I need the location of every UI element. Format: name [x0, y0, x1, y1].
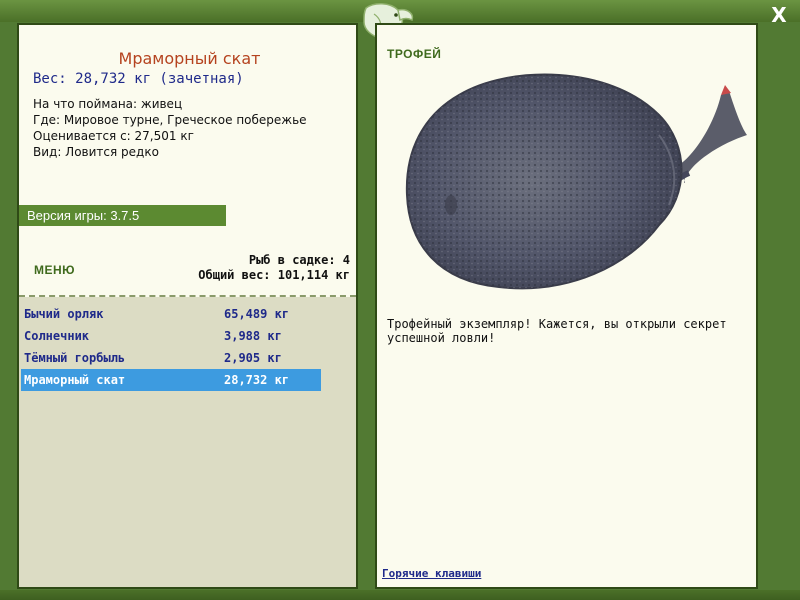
window-frame-bottom — [0, 590, 800, 600]
fish-list-name: Мраморный скат — [24, 373, 126, 387]
fish-list-name: Бычий орляк — [24, 307, 104, 321]
close-button[interactable]: X — [768, 4, 790, 26]
window-frame-right — [758, 22, 800, 590]
list-item[interactable]: Солнечник 3,988 кг — [21, 325, 321, 347]
menu-button[interactable]: МЕНЮ — [34, 263, 75, 277]
fish-title: Мраморный скат — [118, 49, 261, 68]
caught-fish-list: Бычий орляк 65,489 кг Солнечник 3,988 кг… — [21, 303, 321, 391]
window-frame-left — [0, 22, 17, 590]
fish-list-weight: 28,732 кг — [224, 373, 290, 387]
fish-details-panel: Мраморный скат Вес: 28,732 кг (зачетная)… — [17, 23, 358, 589]
keep-net-total-weight: Общий вес: 101,114 кг — [198, 268, 350, 282]
marbled-ray-image — [405, 73, 747, 290]
list-item[interactable]: Мраморный скат 28,732 кг — [21, 369, 321, 391]
trophy-description: Трофейный экземпляр! Кажется, вы открыли… — [387, 317, 747, 345]
fish-rarity: Вид: Ловится редко — [33, 145, 159, 159]
list-item[interactable]: Бычий орляк 65,489 кг — [21, 303, 321, 325]
game-version-bar: Версия игры: 3.7.5 — [19, 205, 226, 226]
trophy-description-line: успешной ловли! — [387, 331, 496, 345]
fish-rated-from: Оценивается с: 27,501 кг — [33, 129, 194, 143]
keep-net-stats: Рыб в садке: 4 Общий вес: 101,114 кг — [198, 253, 350, 283]
trophy-panel: ТРОФЕЙ Трофейный экземпляр! Кажется, вы … — [375, 23, 758, 589]
hotkeys-link[interactable]: Горячие клавиши — [382, 567, 481, 580]
fish-list-weight: 2,905 кг — [224, 351, 282, 365]
fish-weight: Вес: 28,732 кг (зачетная) — [33, 71, 244, 87]
fish-list-weight: 65,489 кг — [224, 307, 290, 321]
fish-bait: На что поймана: живец — [33, 97, 183, 111]
fish-location: Где: Мировое турне, Греческое побережье — [33, 113, 307, 127]
keep-net-count: Рыб в садке: 4 — [248, 253, 350, 267]
fish-list-name: Тёмный горбыль — [24, 351, 126, 365]
window-frame-divider — [358, 22, 375, 590]
trophy-description-line: Трофейный экземпляр! Кажется, вы открыли… — [387, 317, 727, 331]
fish-list-name: Солнечник — [24, 329, 90, 343]
list-item[interactable]: Тёмный горбыль 2,905 кг — [21, 347, 321, 369]
fish-list-weight: 3,988 кг — [224, 329, 282, 343]
dashed-divider — [19, 295, 356, 297]
